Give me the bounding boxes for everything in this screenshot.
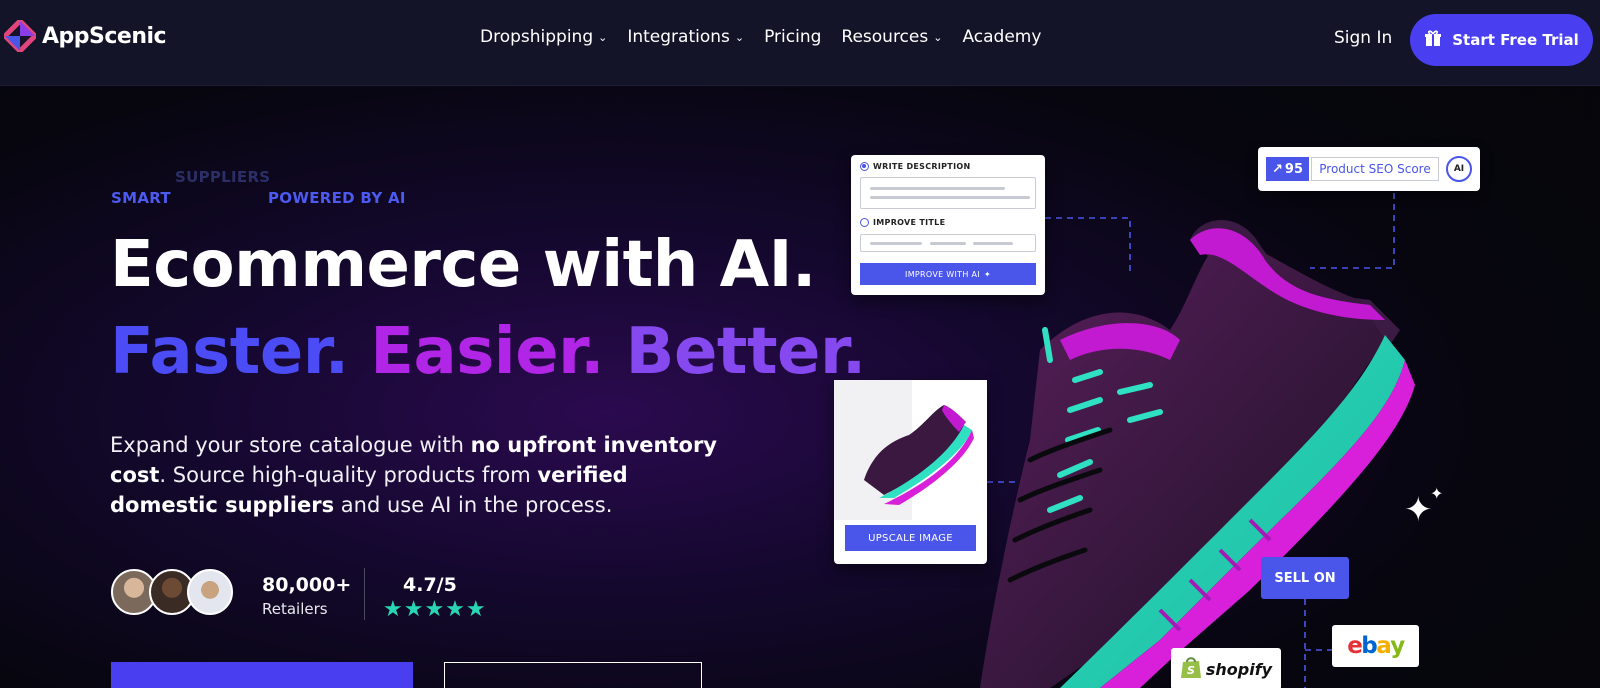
write-description-card: WRITE DESCRIPTION IMPROVE TITLE IMPROVE …	[851, 155, 1045, 295]
title-input[interactable]	[860, 234, 1036, 252]
write-description-option[interactable]: WRITE DESCRIPTION	[860, 162, 970, 171]
product-thumbnail-image	[834, 380, 987, 520]
description-textarea[interactable]	[860, 177, 1036, 209]
sell-on-badge: SELL ON	[1261, 557, 1349, 599]
improve-with-ai-button[interactable]: IMPROVE WITH AI ✦	[860, 263, 1036, 285]
ebay-letter: e	[1347, 633, 1363, 659]
seo-score-badge: ↗ 95	[1266, 157, 1309, 181]
radio-unselected-icon	[860, 218, 869, 227]
improve-title-label: IMPROVE TITLE	[873, 218, 946, 227]
improve-with-ai-label: IMPROVE WITH AI	[905, 269, 980, 279]
ai-refresh-icon: AI	[1446, 156, 1472, 182]
trend-up-arrow-icon: ↗	[1272, 161, 1283, 177]
shopify-logo: S shopify	[1171, 648, 1281, 688]
sparkle-small-icon: ✦	[1430, 484, 1444, 503]
shopify-bag-icon: S	[1180, 655, 1202, 683]
seo-score-value: 95	[1284, 161, 1303, 177]
upscale-image-button[interactable]: UPSCALE IMAGE	[845, 525, 976, 551]
sparkle-icon: ✦	[983, 269, 991, 279]
ebay-letter: a	[1376, 633, 1392, 659]
shopify-wordmark: shopify	[1205, 659, 1273, 679]
sparkle-large-icon: ✦	[1404, 490, 1433, 530]
ebay-letter: y	[1390, 633, 1405, 659]
seo-score-label: Product SEO Score	[1311, 157, 1439, 181]
improve-title-option[interactable]: IMPROVE TITLE	[860, 218, 945, 227]
ebay-letter: b	[1361, 633, 1377, 659]
write-description-label: WRITE DESCRIPTION	[873, 162, 971, 171]
svg-text:S: S	[1187, 664, 1195, 677]
ebay-logo: ebay	[1332, 625, 1419, 667]
product-seo-score-card: ↗ 95 Product SEO Score AI	[1258, 147, 1480, 191]
radio-selected-icon	[860, 162, 869, 171]
sneaker-illustration	[980, 220, 1415, 688]
upscale-image-card: UPSCALE IMAGE	[834, 380, 987, 564]
